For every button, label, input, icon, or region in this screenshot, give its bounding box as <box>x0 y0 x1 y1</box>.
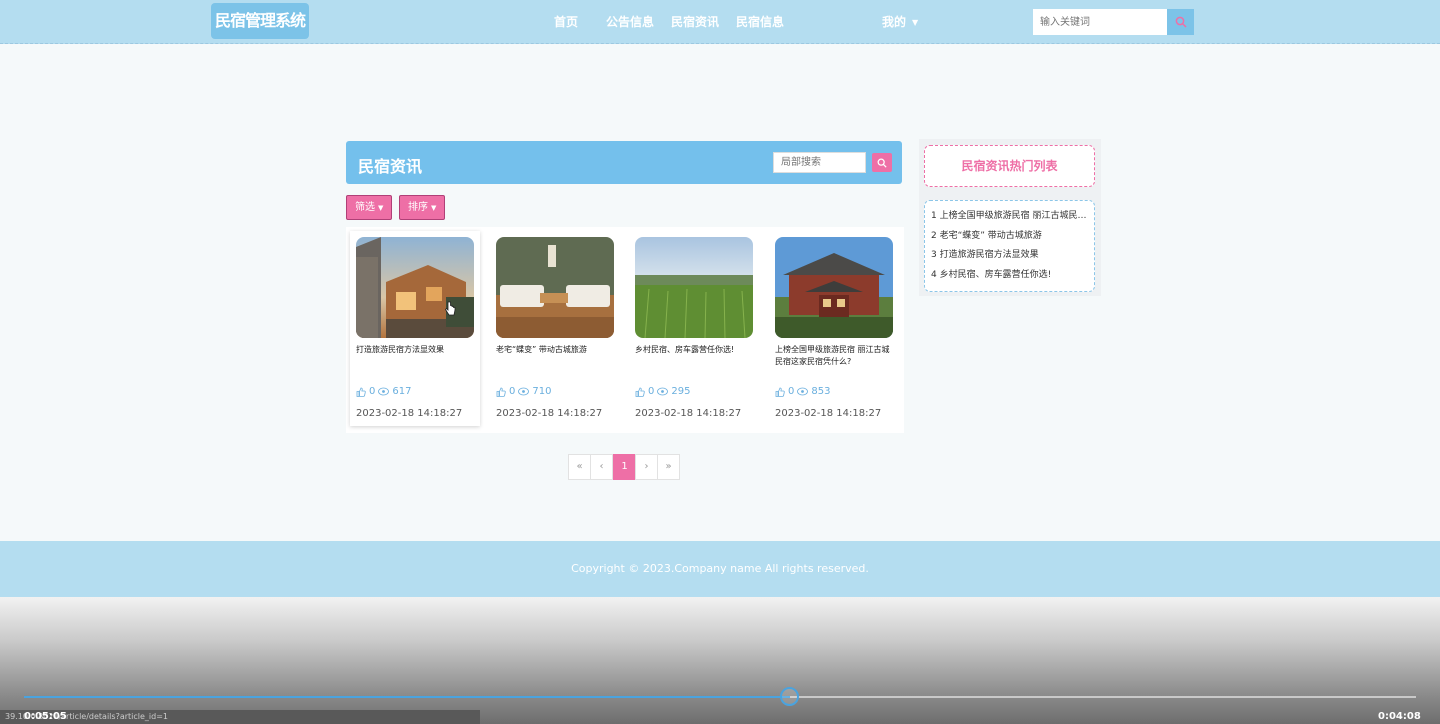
nav-homestay-info[interactable]: 民宿信息 <box>736 13 784 30</box>
page-next-button[interactable]: › <box>635 454 658 480</box>
hot-list-item[interactable]: 3 打造旅游民宿方法显效果 <box>931 246 1088 266</box>
article-card[interactable]: 打造旅游民宿方法显效果 0 617 2023-02-18 14:18:27 <box>350 231 480 426</box>
footer: Copyright © 2023.Company name All rights… <box>0 541 1440 597</box>
like-count: 0 <box>788 386 795 397</box>
eye-icon <box>378 387 390 396</box>
site-logo[interactable]: 民宿管理系统 <box>211 3 309 39</box>
view-count: 295 <box>671 386 691 397</box>
article-stats: 0 295 <box>635 386 690 397</box>
search-icon <box>877 158 887 168</box>
like-count: 0 <box>648 386 655 397</box>
article-thumbnail[interactable] <box>635 237 753 338</box>
hot-list-item[interactable]: 2 老宅“蝶变” 带动古城旅游 <box>931 227 1088 247</box>
sort-label: 排序 <box>408 202 428 213</box>
eye-icon <box>657 387 669 396</box>
article-date: 2023-02-18 14:18:27 <box>496 408 603 419</box>
filter-label: 筛选 <box>355 202 375 213</box>
hot-list-panel: 民宿资讯热门列表 1 上榜全国甲级旅游民宿 丽江古城民宿这家民宿凭什么? 2 老… <box>919 139 1101 296</box>
hot-list: 1 上榜全国甲级旅游民宿 丽江古城民宿这家民宿凭什么? 2 老宅“蝶变” 带动古… <box>924 200 1095 292</box>
status-bar-url: 39.10.0.8021/article/details?article_id=… <box>0 710 480 724</box>
sort-dropdown-button[interactable]: 排序 ▼ <box>399 195 446 220</box>
nav-homestay-news[interactable]: 民宿资讯 <box>671 13 719 30</box>
article-date: 2023-02-18 14:18:27 <box>775 408 882 419</box>
hot-list-title: 民宿资讯热门列表 <box>924 145 1095 187</box>
local-search-button[interactable] <box>872 153 892 172</box>
article-card[interactable]: 上榜全国甲级旅游民宿 丽江古城民宿这家民宿凭什么? 0 853 2023-02-… <box>769 231 899 426</box>
caret-down-icon: ▼ <box>378 204 384 212</box>
user-menu-label: 我的 <box>882 15 907 29</box>
video-controls-overlay <box>0 597 1440 724</box>
video-progress-track[interactable] <box>24 696 1416 698</box>
search-icon <box>1175 16 1187 28</box>
view-count: 853 <box>811 386 831 397</box>
article-title[interactable]: 打造旅游民宿方法显效果 <box>356 344 476 356</box>
view-count: 617 <box>392 386 412 397</box>
article-date: 2023-02-18 14:18:27 <box>635 408 742 419</box>
page-prev-button[interactable]: ‹ <box>590 454 613 480</box>
page-last-button[interactable]: » <box>657 454 680 480</box>
article-card[interactable]: 老宅“蝶变” 带动古城旅游 0 710 2023-02-18 14:18:27 <box>490 231 620 426</box>
article-thumbnail[interactable] <box>775 237 893 338</box>
nav-user-menu[interactable]: 我的 ▼ <box>882 13 918 30</box>
thumbs-up-icon[interactable] <box>775 387 785 397</box>
article-thumbnail[interactable] <box>496 237 614 338</box>
like-count: 0 <box>369 386 376 397</box>
nav-announcements[interactable]: 公告信息 <box>606 13 654 30</box>
hot-list-item[interactable]: 4 乡村民宿、房车露营任你选! <box>931 266 1088 286</box>
nav-home[interactable]: 首页 <box>554 13 578 30</box>
article-stats: 0 617 <box>356 386 411 397</box>
hot-list-item[interactable]: 1 上榜全国甲级旅游民宿 丽江古城民宿这家民宿凭什么? <box>931 207 1088 227</box>
view-count: 710 <box>532 386 552 397</box>
like-count: 0 <box>509 386 516 397</box>
article-date: 2023-02-18 14:18:27 <box>356 408 463 419</box>
eye-icon <box>797 387 809 396</box>
article-title[interactable]: 上榜全国甲级旅游民宿 丽江古城民宿这家民宿凭什么? <box>775 344 895 368</box>
global-search-input[interactable] <box>1033 9 1167 35</box>
article-card[interactable]: 乡村民宿、房车露营任你选! 0 295 2023-02-18 14:18:27 <box>629 231 759 426</box>
chevron-down-icon: ▼ <box>912 18 919 27</box>
page-title: 民宿资讯 <box>358 157 423 176</box>
article-stats: 0 710 <box>496 386 551 397</box>
top-navbar: 民宿管理系统 首页 公告信息 民宿资讯 民宿信息 我的 ▼ <box>0 0 1440 44</box>
page-number-button[interactable]: 1 <box>613 454 636 480</box>
article-title[interactable]: 乡村民宿、房车露营任你选! <box>635 344 755 356</box>
copyright-text: Copyright © 2023.Company name All rights… <box>571 562 869 575</box>
page-first-button[interactable]: « <box>568 454 591 480</box>
news-header-bar: 民宿资讯 <box>346 141 902 184</box>
filter-dropdown-button[interactable]: 筛选 ▼ <box>346 195 393 220</box>
thumbs-up-icon[interactable] <box>496 387 506 397</box>
video-elapsed-time: 0:05:05 <box>24 711 67 722</box>
thumbs-up-icon[interactable] <box>356 387 366 397</box>
video-progress-fill <box>24 696 790 698</box>
caret-down-icon: ▼ <box>431 204 437 212</box>
video-seek-handle[interactable] <box>779 687 799 706</box>
article-title[interactable]: 老宅“蝶变” 带动古城旅游 <box>496 344 616 356</box>
eye-icon <box>518 387 530 396</box>
article-grid: 打造旅游民宿方法显效果 0 617 2023-02-18 14:18:27 老宅… <box>346 227 904 433</box>
video-remaining-time: 0:04:08 <box>1378 711 1421 722</box>
thumbs-up-icon[interactable] <box>635 387 645 397</box>
article-thumbnail[interactable] <box>356 237 474 338</box>
article-stats: 0 853 <box>775 386 830 397</box>
global-search-button[interactable] <box>1167 9 1194 35</box>
hand-cursor-icon <box>444 301 456 316</box>
local-search-input[interactable] <box>773 152 866 173</box>
